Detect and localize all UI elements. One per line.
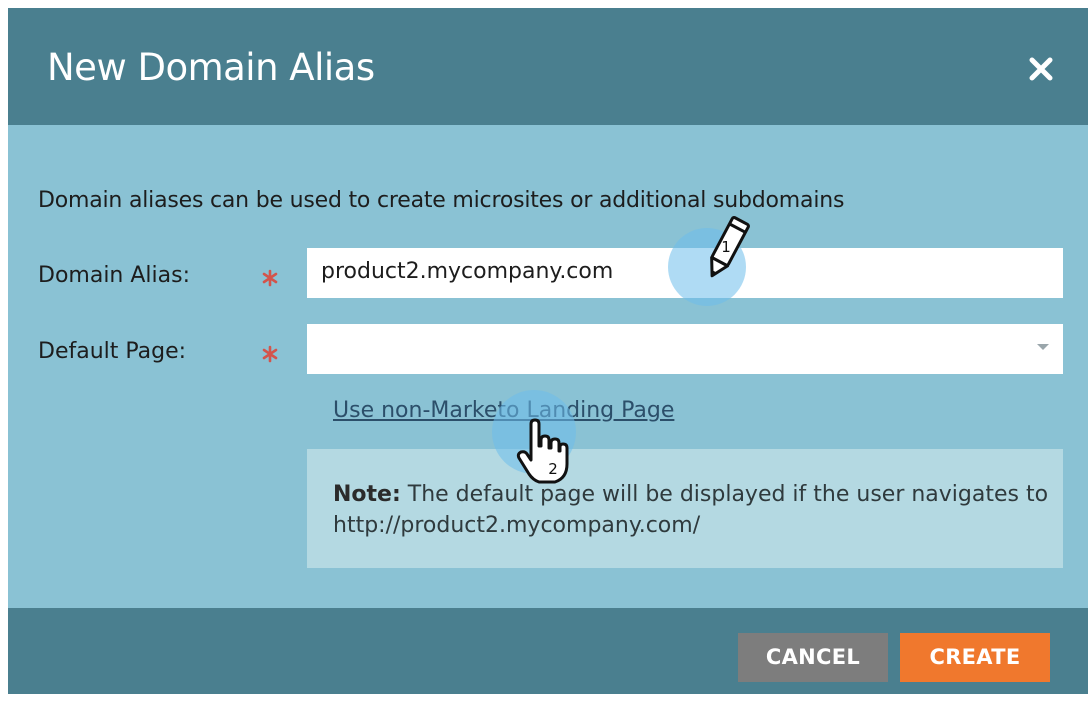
note-text: Note: The default page will be displayed… [333,479,1053,541]
note-box: Note: The default page will be displayed… [307,449,1063,568]
chevron-down-icon[interactable] [1037,344,1049,350]
dialog-header: New Domain Alias [8,8,1088,125]
hand-pointer-icon: 2 [516,418,569,484]
callout-2-number: 2 [548,460,558,478]
note-label: Note: [333,482,401,507]
close-icon[interactable] [1028,56,1054,82]
required-asterisk-icon [262,345,278,363]
pencil-icon: 1 [710,216,750,278]
cancel-button[interactable]: CANCEL [738,633,888,682]
callout-1-number: 1 [721,238,731,256]
note-body: The default page will be displayed if th… [333,482,1049,538]
required-asterisk-icon [262,269,278,287]
default-page-select[interactable] [307,324,1063,374]
domain-alias-value: product2.mycompany.com [321,259,614,284]
dialog-title: New Domain Alias [47,46,375,89]
create-button[interactable]: CREATE [900,633,1050,682]
domain-alias-label: Domain Alias: [38,263,190,288]
dialog-footer: CANCEL CREATE [8,608,1088,694]
new-domain-alias-dialog: New Domain Alias Domain aliases can be u… [8,8,1088,694]
default-page-label: Default Page: [38,339,187,364]
